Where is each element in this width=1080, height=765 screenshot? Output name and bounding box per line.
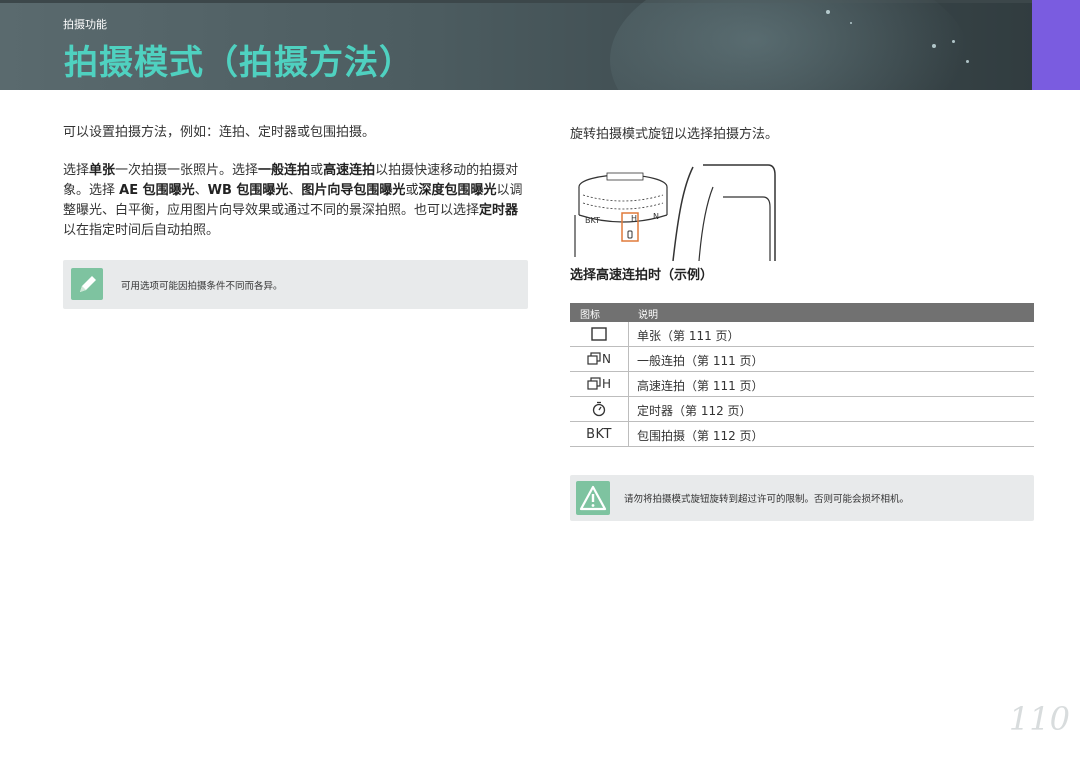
example-subheading: 选择高速连拍时（示例） [570,268,714,283]
dial-label-bkt: BKT [585,216,600,225]
table-row-desc: 定时器（第 112 页） [637,404,752,418]
body-text: 选择单张一次拍摄一张照片。选择一般连拍或高速连拍以拍摄快速移动的拍摄对象。选择 … [63,161,528,241]
bkt-icon-label: BKT [586,426,612,442]
sparkle-dot [952,40,955,43]
continuous-n-icon: N [570,347,629,371]
note-box: 可用选项可能因拍摄条件不同而各异。 [63,260,528,309]
table-row: 定时器（第 112 页） [570,397,1034,422]
intro-text: 可以设置拍摄方法，例如：连拍、定时器或包围拍摄。 [63,125,376,140]
body-emphasis: 定时器 [479,203,519,218]
drive-mode-table: 图标 说明 单张（第 111 页） N 一般连拍（第 111 页） H 高速连拍… [570,303,1034,447]
table-row: 单张（第 111 页） [570,322,1034,347]
mode-dial-illustration: BKT H N [574,164,776,261]
sparkle-dot [826,10,830,14]
dial-label-n: N [653,212,659,221]
dial-label-h: H [631,214,637,223]
note-text: 可用选项可能因拍摄条件不同而各异。 [121,281,283,292]
body-emphasis: WB 包围曝光 [207,183,289,198]
table-row: BKT 包围拍摄（第 112 页） [570,422,1034,447]
table-row-desc: 高速连拍（第 111 页） [637,379,764,393]
body-emphasis: 深度包围曝光 [418,183,497,198]
sparkle-dot [932,44,936,48]
body-emphasis: 高速连拍 [323,163,376,178]
single-frame-icon [570,322,629,346]
chapter-tab[interactable] [1032,0,1080,90]
table-header-icon: 图标 [580,310,600,321]
body-segment: 或 [405,183,419,198]
body-segment: 或 [310,163,324,178]
header-banner: 拍摄功能 拍摄模式（拍摄方法） [0,0,1080,90]
page-title: 拍摄模式（拍摄方法） [64,43,414,83]
sparkle-dot [966,60,969,63]
dial-instruction: 旋转拍摄模式旋钮以选择拍摄方法。 [570,127,779,142]
table-row: H 高速连拍（第 111 页） [570,372,1034,397]
body-emphasis: 单张 [89,163,116,178]
body-emphasis: 图片向导包围曝光 [301,183,406,198]
table-row: N 一般连拍（第 111 页） [570,347,1034,372]
warning-icon [576,481,610,515]
section-label: 拍摄功能 [63,18,107,31]
body-segment: 一次拍摄一张照片。选择 [115,163,259,178]
body-segment: 、 [288,183,302,198]
warning-box: 请勿将拍摄模式旋钮旋转到超过许可的限制。否则可能会损坏相机。 [570,475,1034,521]
continuous-n-label: N [602,352,611,366]
table-row-desc: 单张（第 111 页） [637,329,740,343]
continuous-h-label: H [601,377,612,391]
body-segment: 、 [194,183,208,198]
bkt-icon: BKT [570,422,629,446]
table-row-desc: 一般连拍（第 111 页） [637,354,764,368]
continuous-h-icon: H [570,372,629,396]
header-glow [610,0,970,90]
table-header-desc: 说明 [638,310,658,321]
body-emphasis: AE 包围曝光 [119,183,195,198]
timer-icon [570,397,629,421]
table-row-desc: 包围拍摄（第 112 页） [637,429,764,443]
body-segment: 选择 [63,163,90,178]
body-emphasis: 一般连拍 [258,163,311,178]
sparkle-dot [850,22,852,24]
page-number: 110 [1008,700,1070,738]
pencil-icon [71,268,103,300]
table-header: 图标 说明 [570,303,1034,322]
warning-text: 请勿将拍摄模式旋钮旋转到超过许可的限制。否则可能会损坏相机。 [624,494,910,505]
left-column: 可以设置拍摄方法，例如：连拍、定时器或包围拍摄。 选择单张一次拍摄一张照片。选择… [63,123,528,241]
right-column: 旋转拍摄模式旋钮以选择拍摄方法。 [570,123,1034,142]
body-segment: 以在指定时间后自动拍照。 [63,223,220,238]
